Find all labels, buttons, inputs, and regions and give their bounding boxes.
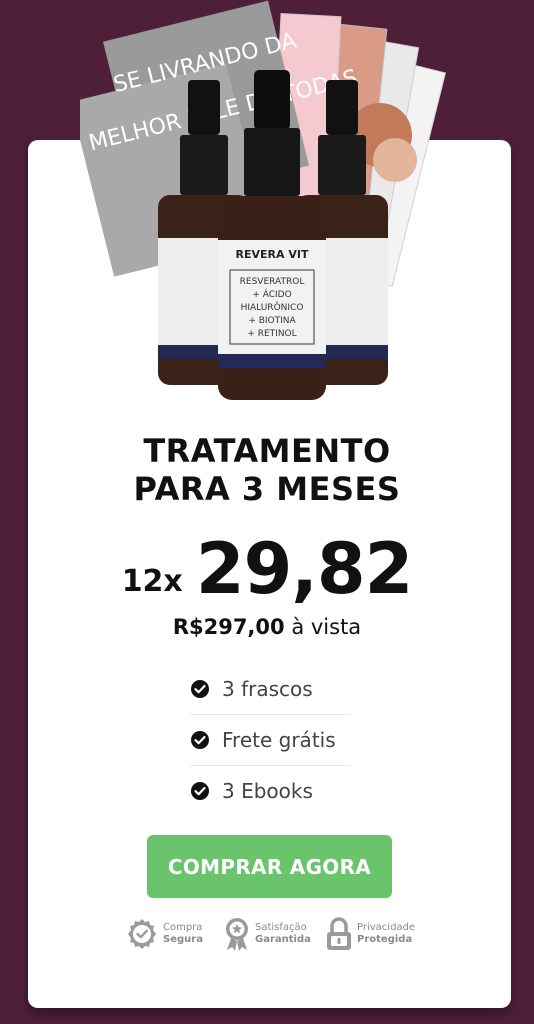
check-circle-icon — [191, 782, 209, 800]
trust-badges: Compra Segura Satisfação Garantida Priva… — [125, 914, 425, 954]
badge-satisfaction: Satisfação Garantida — [223, 914, 311, 954]
bottle-label-line-3: HIALURÔNICO — [241, 301, 304, 313]
award-medal-icon — [226, 918, 248, 951]
badge-top-label: Satisfação — [255, 922, 307, 933]
bottle-label-line-2: + ÁCIDO — [252, 288, 291, 300]
badge-top-label: Privacidade — [357, 922, 416, 933]
feature-item: 3 Ebooks — [190, 766, 350, 816]
badge-bottom-label: Segura — [163, 934, 203, 945]
badge-secure-purchase: Compra Segura — [125, 914, 203, 954]
installment-value: 29,82 — [195, 528, 413, 610]
badge-bottom-label: Protegida — [357, 934, 413, 945]
bottle-label-line-5: + RETINOL — [247, 329, 296, 339]
badge-privacy: Privacidade Protegida — [325, 914, 415, 954]
check-circle-icon — [191, 731, 209, 749]
padlock-icon — [327, 917, 351, 950]
badge-bottom-label: Garantida — [255, 934, 311, 945]
bottle-label-line-1: RESVERATROL — [240, 277, 305, 287]
feature-item: Frete grátis — [190, 715, 350, 766]
feature-label: 3 frascos — [222, 677, 313, 701]
offer-title: TRATAMENTO PARA 3 MESES — [0, 432, 534, 508]
check-circle-icon — [191, 680, 209, 698]
cash-price-suffix: à vista — [291, 615, 362, 639]
bottle-label-line-4: + BIOTINA — [248, 316, 296, 326]
cash-price: R$297,00 à vista — [0, 615, 534, 639]
buy-now-button[interactable]: COMPRAR AGORA — [147, 835, 392, 898]
bottle-brand: REVERA VIT — [236, 248, 309, 261]
shield-check-icon — [128, 919, 156, 949]
feature-list: 3 frascos Frete grátis 3 Ebooks — [190, 664, 350, 816]
feature-label: Frete grátis — [222, 728, 336, 752]
offer-title-line-2: PARA 3 MESES — [133, 470, 401, 508]
installments-prefix: 12x — [121, 564, 183, 599]
product-image: SE LIVRANDO DA MELHOR PELE DE TODAS REVE… — [80, 0, 460, 400]
offer-title-line-1: TRATAMENTO — [143, 432, 391, 470]
cash-price-value: R$297,00 — [172, 615, 285, 639]
installment-price: 12x 29,82 — [0, 528, 534, 610]
feature-label: 3 Ebooks — [222, 779, 313, 803]
badge-top-label: Compra — [163, 922, 203, 933]
feature-item: 3 frascos — [190, 664, 350, 715]
